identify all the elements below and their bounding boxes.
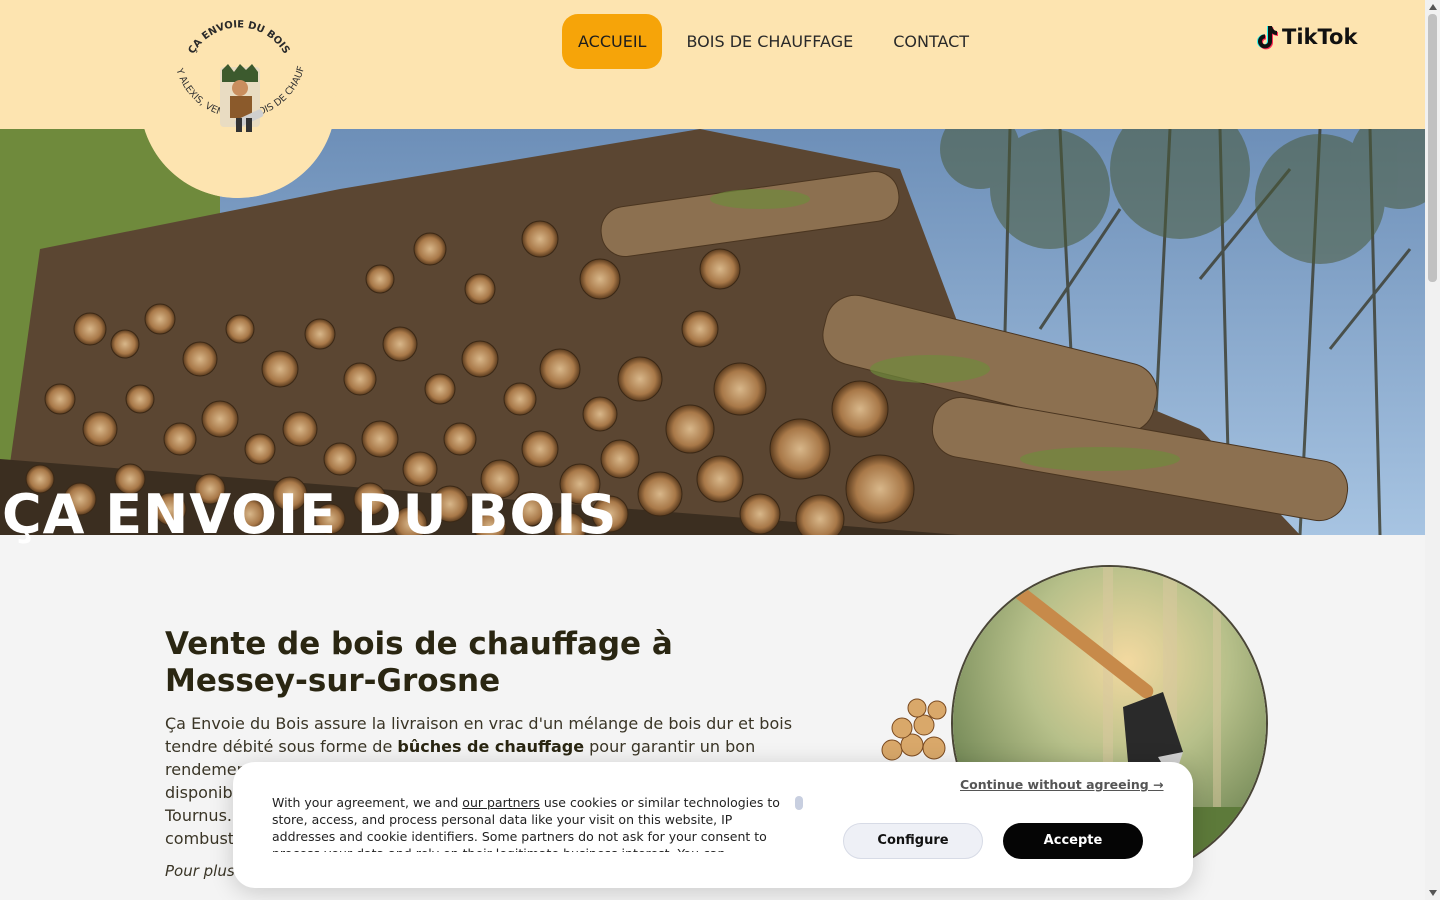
- page-scrollbar[interactable]: [1425, 0, 1440, 900]
- intro-text-line5: combust: [165, 829, 235, 848]
- tiktok-icon: [1257, 26, 1278, 50]
- intro-text-line4: Tournus.: [165, 806, 232, 825]
- cookie-text-scrollbar[interactable]: [795, 796, 803, 810]
- more-info-text: Pour plus: [165, 862, 235, 880]
- tiktok-link[interactable]: TikTok: [1256, 24, 1357, 50]
- nav-item-bois-de-chauffage[interactable]: BOIS DE CHAUFFAGE: [670, 14, 869, 69]
- accept-button[interactable]: Accepte: [1003, 823, 1143, 859]
- page-title: Vente de bois de chauffage à Messey-sur-…: [165, 626, 673, 699]
- main-nav: ACCUEIL BOIS DE CHAUFFAGE CONTACT: [562, 14, 985, 69]
- intro-text-bold: bûches de chauffage: [397, 737, 585, 756]
- nav-item-contact[interactable]: CONTACT: [877, 14, 985, 69]
- cookie-banner: With your agreement, we and our partners…: [233, 762, 1193, 888]
- scroll-down-icon[interactable]: [1429, 890, 1437, 896]
- hero-title: ÇA ENVOIE DU BOIS: [2, 483, 618, 546]
- cookie-text-before: With your agreement, we and: [272, 795, 463, 810]
- site-logo[interactable]: ÇA ENVOIE DU BOIS DUPUY ALEXIS, VENTE DE…: [140, 2, 336, 198]
- stacked-logs-image: [881, 698, 947, 761]
- scroll-thumb[interactable]: [1428, 14, 1437, 282]
- continue-without-agreeing-link[interactable]: Continue without agreeing →: [960, 777, 1164, 792]
- configure-button[interactable]: Configure: [843, 823, 983, 859]
- lumberjack-logo-icon: ÇA ENVOIE DU BOIS DUPUY ALEXIS, VENTE DE…: [140, 2, 336, 198]
- partners-link[interactable]: our partners: [462, 795, 540, 810]
- nav-item-accueil[interactable]: ACCUEIL: [562, 14, 663, 69]
- intro-text-line3: disponib: [165, 783, 233, 802]
- scroll-up-icon[interactable]: [1429, 4, 1437, 10]
- cookie-text: With your agreement, we and our partners…: [272, 794, 792, 852]
- tiktok-label: TikTok: [1282, 25, 1358, 49]
